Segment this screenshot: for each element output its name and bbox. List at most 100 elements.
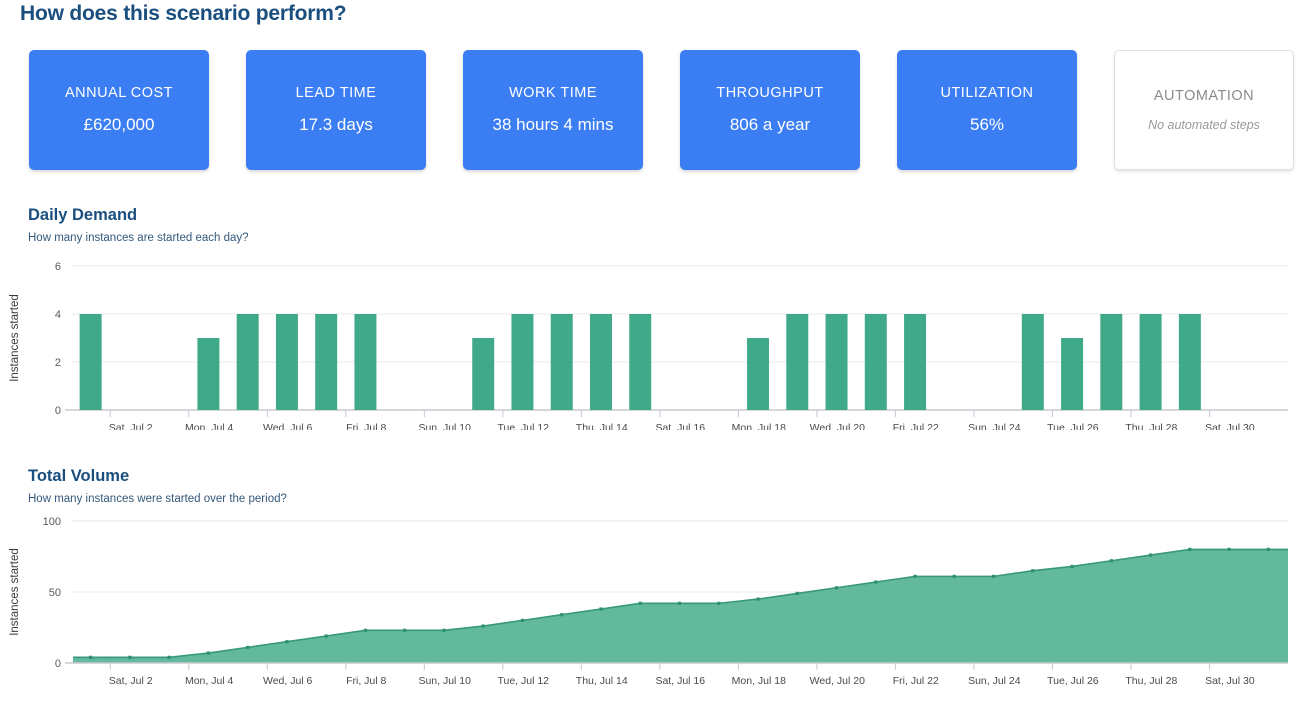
data-point-marker[interactable] (1109, 559, 1113, 563)
data-point-marker[interactable] (89, 655, 93, 659)
bar[interactable] (786, 314, 809, 410)
data-point-marker[interactable] (246, 645, 250, 649)
kpi-card-annual-cost[interactable]: ANNUAL COST £620,000 (29, 50, 209, 170)
data-point-marker[interactable] (952, 574, 956, 578)
data-point-marker[interactable] (638, 601, 642, 605)
data-point-marker[interactable] (1188, 547, 1192, 551)
bar[interactable] (747, 338, 770, 410)
bar[interactable] (79, 314, 102, 410)
data-point-marker[interactable] (991, 574, 996, 578)
bar[interactable] (629, 314, 652, 410)
data-point-marker[interactable] (442, 628, 446, 632)
y-axis-label: Instances started (9, 548, 21, 636)
kpi-label: UTILIZATION (940, 85, 1034, 101)
x-tick-label: Thu, Jul 28 (1125, 675, 1177, 687)
kpi-card-lead-time[interactable]: LEAD TIME 17.3 days (246, 50, 426, 170)
bar[interactable] (315, 314, 338, 410)
kpi-value: 17.3 days (299, 115, 373, 134)
total-volume-chart: Instances started 0 50 100 Sat, Jul 2 Mon, Ju… (0, 511, 1303, 701)
data-point-marker[interactable] (599, 607, 603, 611)
bar[interactable] (825, 314, 848, 410)
data-point-marker[interactable] (324, 634, 328, 638)
data-point-marker[interactable] (1070, 564, 1074, 569)
kpi-card-utilization[interactable]: UTILIZATION 56% (897, 50, 1077, 170)
data-point-marker[interactable] (1031, 569, 1035, 573)
x-tick-label: Wed, Jul 20 (810, 422, 865, 430)
total-volume-title: Total Volume (28, 467, 130, 485)
data-point-marker[interactable] (206, 651, 211, 655)
x-tick-label: Fri, Jul 8 (346, 675, 386, 687)
dashboard-page: How does this scenario perform? ANNUAL C… (0, 0, 1303, 702)
x-tick-label: Mon, Jul 18 (732, 675, 786, 687)
x-tick-label: Sat, Jul 30 (1205, 422, 1255, 430)
bar[interactable] (589, 314, 612, 410)
kpi-value: No automated steps (1148, 118, 1260, 132)
bar[interactable] (550, 314, 573, 410)
data-point-marker[interactable] (677, 601, 682, 605)
x-tick-label: Sat, Jul 2 (109, 675, 153, 687)
bar[interactable] (1021, 314, 1044, 410)
data-point-marker[interactable] (1227, 547, 1231, 551)
x-tick-label: Mon, Jul 4 (185, 675, 234, 687)
x-tick-label: Mon, Jul 4 (185, 422, 234, 430)
x-tick-label: Fri, Jul 22 (893, 422, 939, 430)
kpi-value: £620,000 (83, 115, 155, 134)
kpi-card-throughput[interactable]: THROUGHPUT 806 a year (680, 50, 860, 170)
x-tick-label: Sun, Jul 24 (968, 422, 1021, 430)
x-tick-label: Sat, Jul 2 (109, 422, 153, 430)
bar[interactable] (1139, 314, 1162, 410)
bar[interactable] (472, 338, 495, 410)
kpi-card-work-time[interactable]: WORK TIME 38 hours 4 mins (463, 50, 643, 170)
data-point-marker[interactable] (717, 601, 721, 605)
total-volume-section: Total Volume How many instances were sta… (0, 467, 1303, 702)
bar[interactable] (197, 338, 220, 410)
bar[interactable] (354, 314, 377, 410)
data-point-marker[interactable] (834, 586, 839, 590)
kpi-value: 56% (969, 115, 1005, 134)
daily-demand-chart: Instances started 0 2 4 6 Sat, Jul 2 Mon, Jul … (0, 250, 1303, 430)
y-tick-label: 0 (55, 405, 61, 417)
daily-demand-title: Daily Demand (28, 206, 138, 224)
x-tick-label: Sun, Jul 24 (968, 675, 1021, 687)
data-point-marker[interactable] (756, 597, 760, 601)
y-axis-label: Instances started (9, 294, 21, 382)
data-point-marker[interactable] (403, 628, 407, 632)
bar[interactable] (236, 314, 259, 410)
kpi-label: WORK TIME (508, 85, 597, 101)
data-point-marker[interactable] (1148, 553, 1153, 557)
x-tick-label: Thu, Jul 28 (1125, 422, 1177, 430)
data-point-marker[interactable] (167, 655, 171, 659)
kpi-label: ANNUAL COST (64, 85, 174, 101)
bar[interactable] (511, 314, 534, 410)
total-volume-svg: Instances started 0 50 100 Sat, Jul 2 Mon, Ju… (9, 516, 1288, 687)
bar[interactable] (275, 314, 298, 410)
bar[interactable] (904, 314, 927, 410)
data-point-marker[interactable] (128, 655, 132, 659)
y-tick-label: 6 (55, 261, 61, 273)
x-tick-label: Tue, Jul 12 (497, 675, 549, 687)
data-point-marker[interactable] (874, 580, 878, 584)
data-point-marker[interactable] (560, 613, 564, 617)
kpi-value: 38 hours 4 mins (492, 115, 614, 134)
data-point-marker[interactable] (363, 628, 368, 632)
data-point-marker[interactable] (1266, 547, 1270, 551)
kpi-card-automation[interactable]: AUTOMATION No automated steps (1114, 50, 1294, 170)
x-tick-label: Sat, Jul 30 (1205, 675, 1255, 687)
bar[interactable] (1178, 314, 1201, 410)
data-point-marker[interactable] (285, 640, 289, 644)
kpi-label: AUTOMATION (1153, 88, 1255, 104)
data-point-marker[interactable] (481, 624, 485, 628)
data-point-marker[interactable] (520, 618, 525, 622)
daily-demand-subtitle: How many instances are started each day? (28, 232, 249, 244)
data-point-marker[interactable] (913, 574, 917, 578)
bar[interactable] (864, 314, 887, 410)
x-tick-label: Tue, Jul 26 (1047, 675, 1099, 687)
bar[interactable] (1100, 314, 1123, 410)
data-point-marker[interactable] (795, 591, 799, 596)
x-tick-label: Sat, Jul 16 (655, 422, 705, 430)
daily-demand-section: Daily Demand How many instances are star… (0, 206, 1303, 436)
x-tick-label: Tue, Jul 12 (497, 422, 549, 430)
y-tick-label: 100 (43, 516, 61, 528)
kpi-value: 806 a year (729, 115, 811, 134)
bar[interactable] (1061, 338, 1084, 410)
